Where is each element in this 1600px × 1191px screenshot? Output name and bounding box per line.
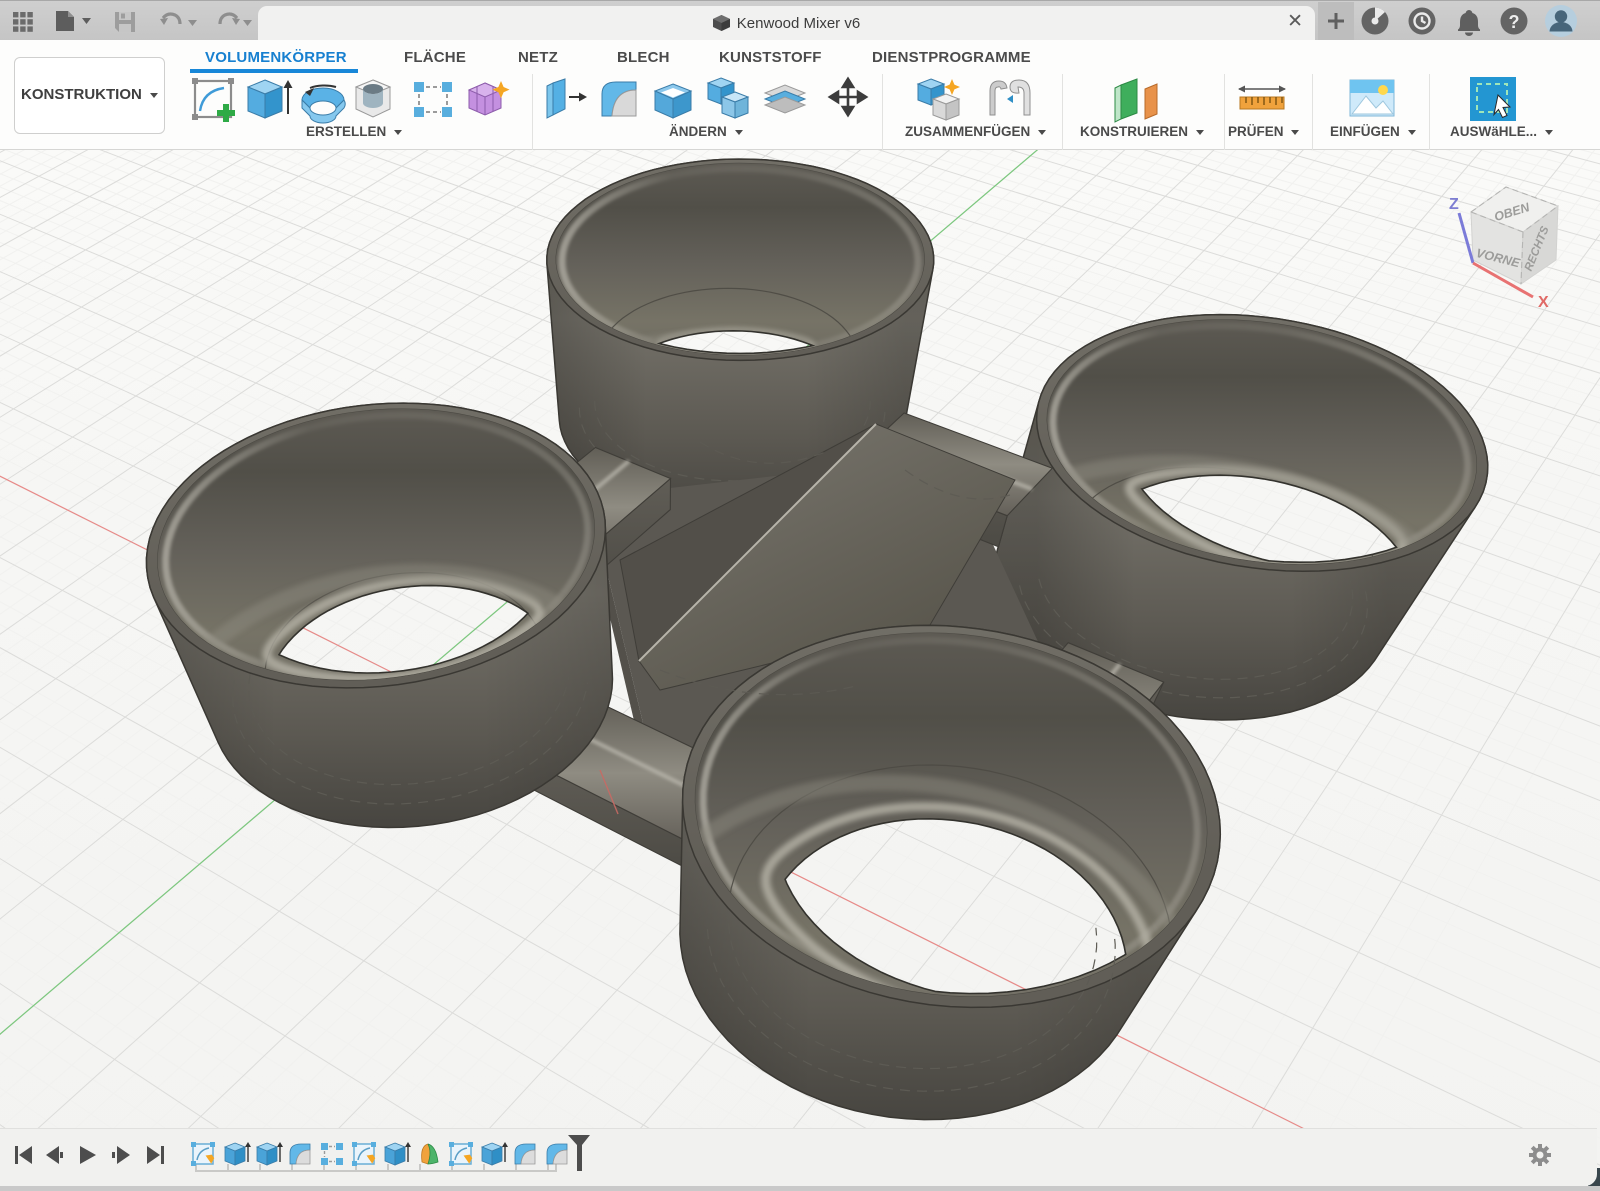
svg-text:?: ? [1509, 12, 1520, 32]
svg-text:X: X [1538, 294, 1549, 311]
svg-text:Z: Z [1449, 196, 1459, 213]
